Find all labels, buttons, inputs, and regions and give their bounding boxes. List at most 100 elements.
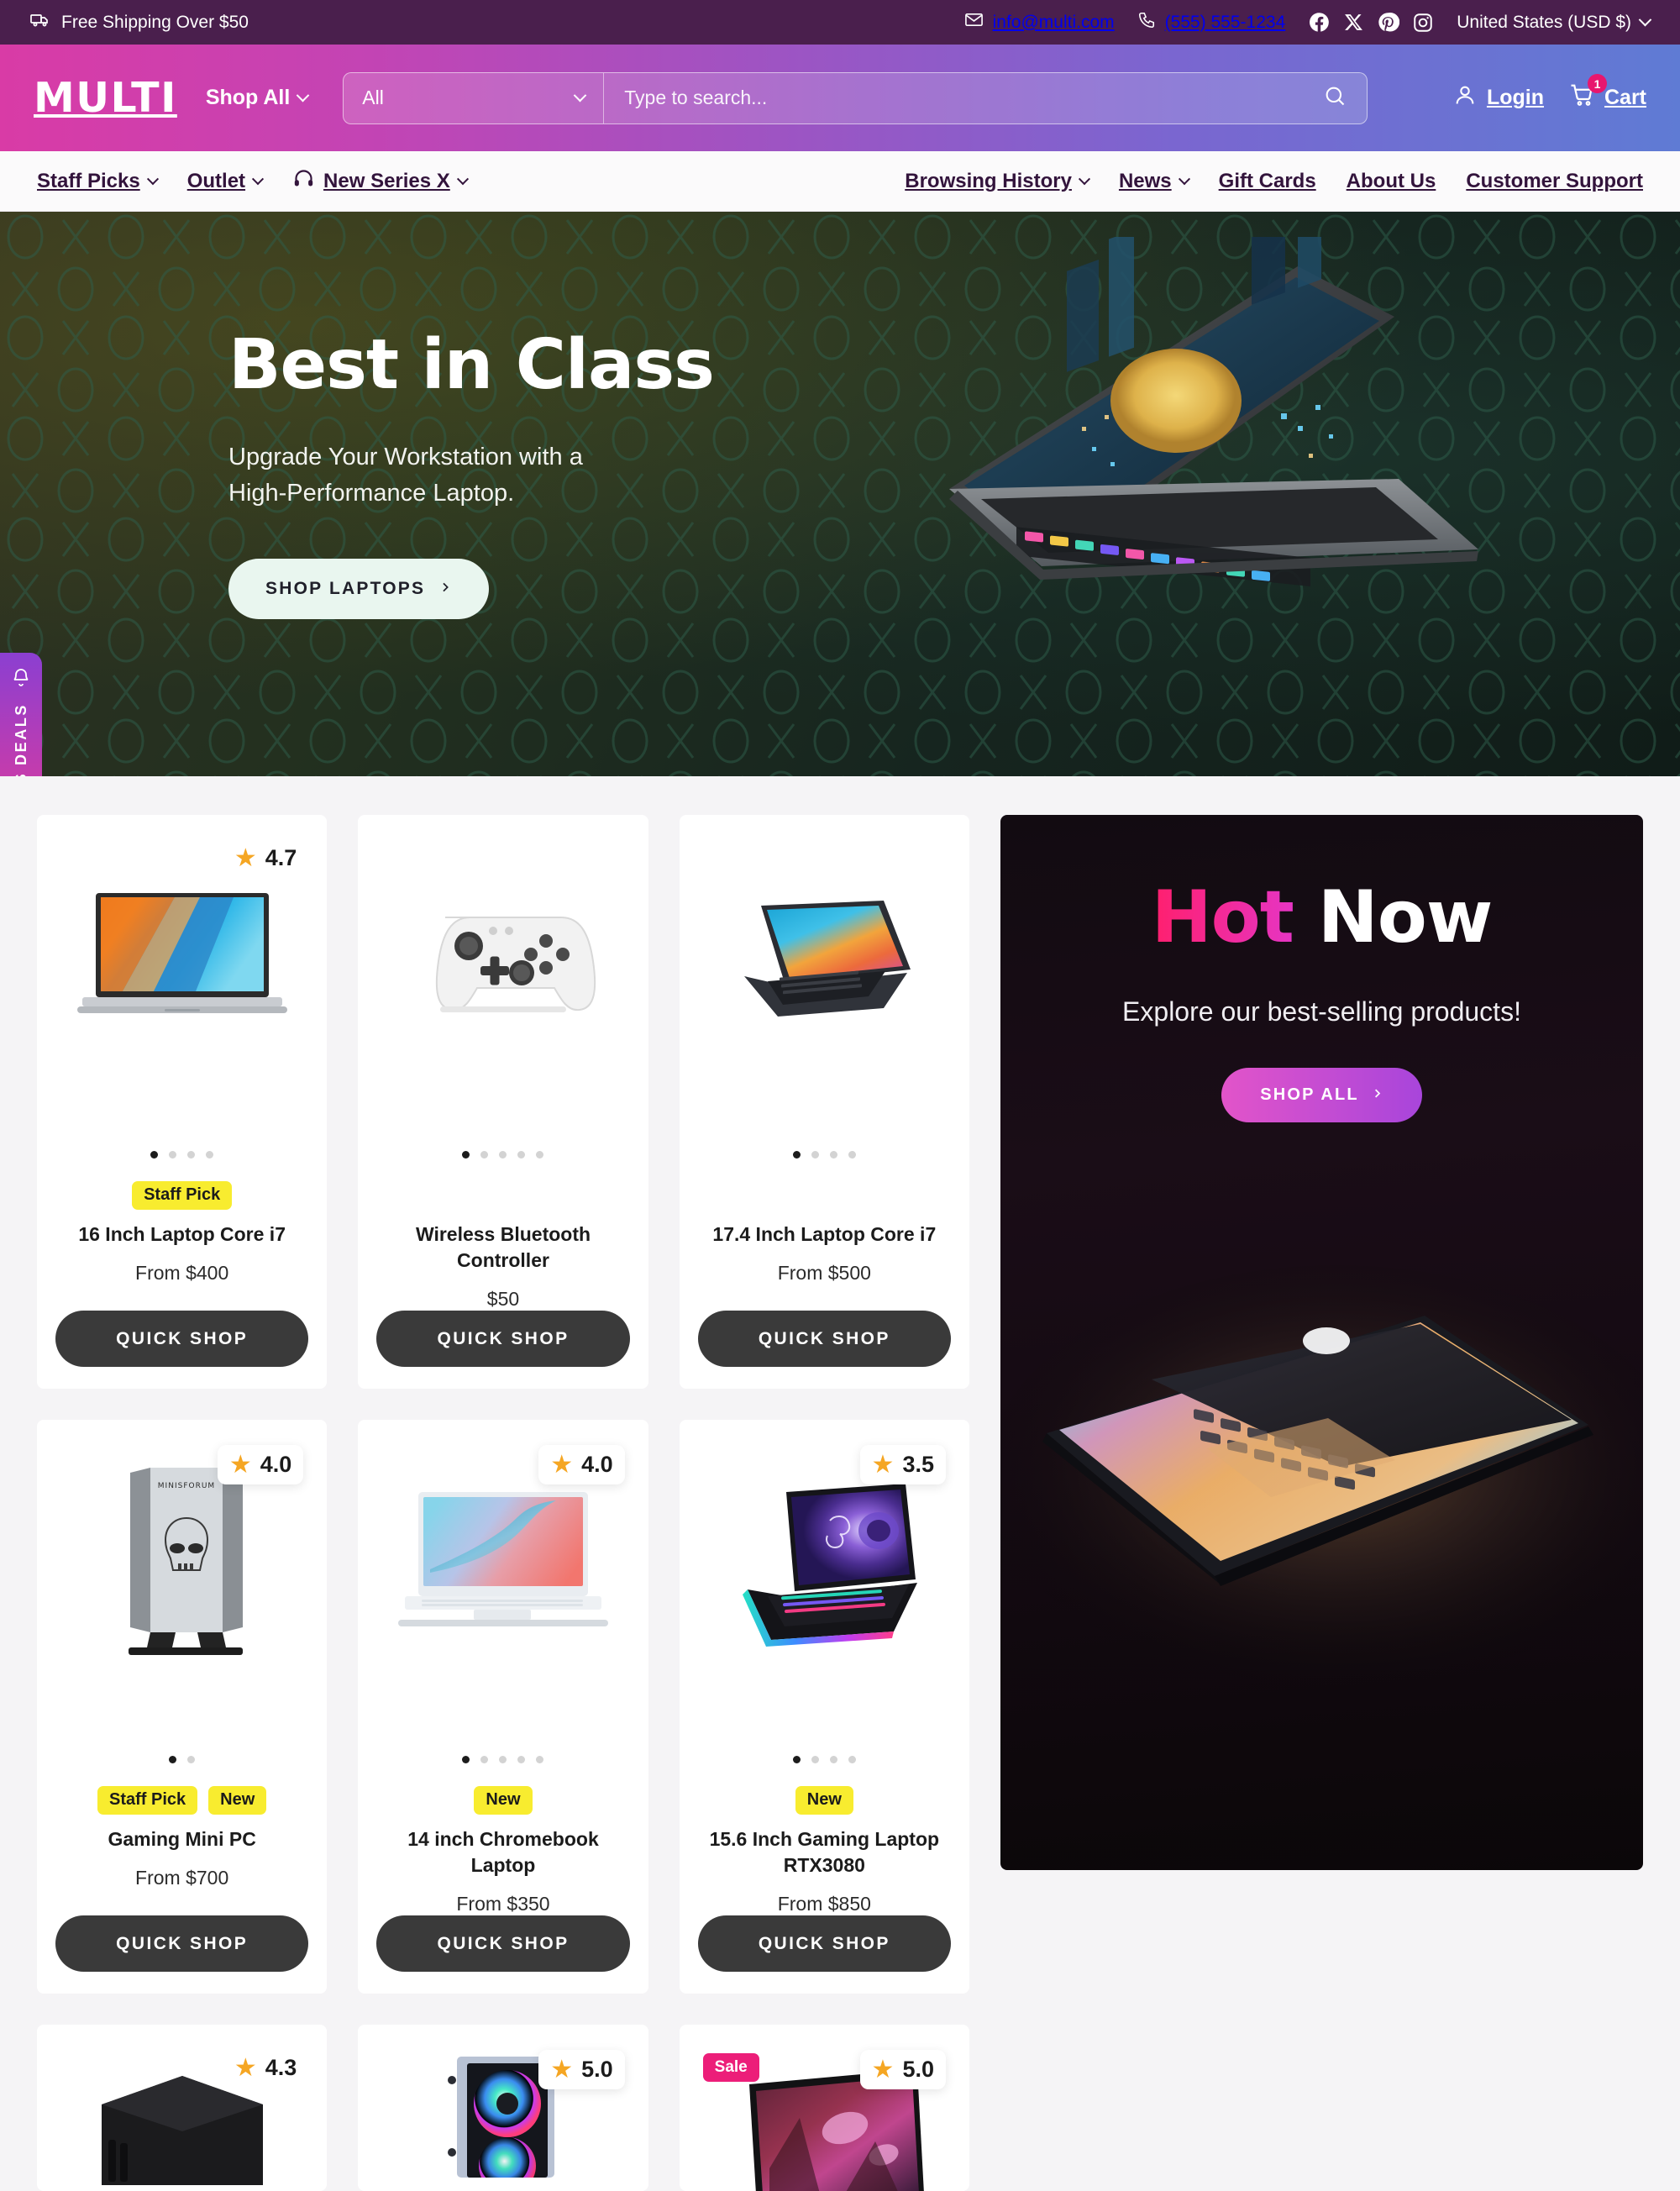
product-media[interactable]: ★ 4.3 bbox=[55, 2043, 308, 2186]
pinterest-icon[interactable] bbox=[1377, 11, 1400, 34]
dot[interactable] bbox=[169, 1756, 177, 1764]
dot[interactable] bbox=[499, 1756, 507, 1764]
star-icon: ★ bbox=[228, 1450, 252, 1479]
product-card[interactable]: Wireless Bluetooth Controller $50 QUICK … bbox=[358, 815, 648, 1390]
dot[interactable] bbox=[848, 1151, 856, 1159]
search-category-select[interactable]: All bbox=[344, 72, 605, 123]
nav-item-news[interactable]: News bbox=[1119, 170, 1190, 193]
dot[interactable] bbox=[499, 1151, 507, 1159]
nav-item-browsing-history[interactable]: Browsing History bbox=[905, 170, 1091, 193]
image-dots[interactable] bbox=[55, 1151, 308, 1159]
image-dots[interactable] bbox=[376, 1756, 629, 1764]
product-media[interactable]: ★ 5.0 bbox=[376, 2043, 629, 2178]
email-link[interactable]: info@multi.com bbox=[964, 10, 1115, 34]
phone-link[interactable]: (555) 555-1234 bbox=[1137, 11, 1286, 34]
dot[interactable] bbox=[829, 1756, 837, 1764]
cart-count-badge: 1 bbox=[1587, 74, 1607, 93]
hero-copy: Best in Class Upgrade Your Workstation w… bbox=[228, 329, 766, 620]
instagram-icon[interactable] bbox=[1412, 12, 1434, 34]
quick-shop-button[interactable]: QUICK SHOP bbox=[697, 1915, 951, 1973]
dot[interactable] bbox=[150, 1151, 159, 1159]
nav-item-gift-cards[interactable]: Gift Cards bbox=[1219, 170, 1316, 193]
product-card[interactable]: ★ 4.3 bbox=[37, 2025, 328, 2191]
shipping-notice: Free Shipping Over $50 bbox=[30, 10, 249, 35]
shipping-text: Free Shipping Over $50 bbox=[61, 12, 249, 32]
rating-value: 4.0 bbox=[260, 1452, 292, 1478]
dot[interactable] bbox=[517, 1756, 526, 1764]
dot[interactable] bbox=[187, 1756, 196, 1764]
social-links bbox=[1308, 11, 1434, 34]
shop-laptops-button[interactable]: SHOP LAPTOPS bbox=[228, 559, 490, 620]
promo-subtitle: Explore our best-selling products! bbox=[1122, 996, 1521, 1027]
dot[interactable] bbox=[517, 1151, 526, 1159]
rating-badge: ★ 3.5 bbox=[859, 1445, 946, 1485]
dot[interactable] bbox=[206, 1151, 214, 1159]
nav-item-staff-picks[interactable]: Staff Picks bbox=[37, 170, 159, 193]
nav-item-new-series-x[interactable]: New Series X bbox=[292, 167, 469, 196]
product-card[interactable]: Sale ★ 5.0 bbox=[679, 2025, 969, 2191]
product-card[interactable]: ★ 4.0 New 14 inch Chromebook Laptop From… bbox=[358, 1420, 648, 1994]
nav-item-customer-support[interactable]: Customer Support bbox=[1466, 170, 1643, 193]
dot[interactable] bbox=[848, 1756, 856, 1764]
product-card[interactable]: ★ 4.7 Staff Pick 16 Inch Laptop Core i7 … bbox=[37, 815, 328, 1390]
search-input[interactable] bbox=[624, 87, 1324, 109]
dot[interactable] bbox=[462, 1756, 470, 1764]
shop-all-menu[interactable]: Shop All bbox=[206, 86, 310, 110]
quick-shop-button[interactable]: QUICK SHOP bbox=[376, 1311, 630, 1368]
dot[interactable] bbox=[462, 1151, 470, 1159]
search-icon[interactable] bbox=[1323, 84, 1347, 112]
dot[interactable] bbox=[792, 1756, 801, 1764]
product-media[interactable]: Sale ★ 5.0 bbox=[698, 2043, 951, 2191]
facebook-icon[interactable] bbox=[1308, 11, 1331, 34]
dot[interactable] bbox=[169, 1151, 177, 1159]
product-price: $50 bbox=[486, 1288, 520, 1311]
dot[interactable] bbox=[536, 1756, 544, 1764]
cart-button[interactable]: 1 Cart bbox=[1569, 74, 1646, 113]
quick-shop-button[interactable]: QUICK SHOP bbox=[55, 1311, 309, 1368]
product-card[interactable]: 17.4 Inch Laptop Core i7 From $500 QUICK… bbox=[679, 815, 969, 1390]
search-field bbox=[604, 73, 1367, 123]
dot[interactable] bbox=[536, 1151, 544, 1159]
dot[interactable] bbox=[187, 1151, 196, 1159]
rating-value: 5.0 bbox=[581, 2057, 613, 2083]
product-card[interactable]: ★ 3.5 New 15.6 Inch Gaming Laptop RTX308… bbox=[679, 1420, 969, 1994]
product-media[interactable]: ★ 3.5 bbox=[698, 1438, 951, 1690]
dot[interactable] bbox=[811, 1756, 819, 1764]
image-dots[interactable] bbox=[376, 1151, 629, 1159]
chevron-down-icon bbox=[251, 172, 265, 185]
image-dots[interactable] bbox=[698, 1756, 951, 1764]
quick-shop-button[interactable]: QUICK SHOP bbox=[55, 1915, 309, 1973]
todays-deals-tab[interactable]: TODAY'S DEALS bbox=[0, 653, 42, 776]
dot[interactable] bbox=[480, 1151, 489, 1159]
promo-title: Hot Now bbox=[1151, 875, 1494, 959]
nav-item-outlet[interactable]: Outlet bbox=[187, 170, 265, 193]
product-media[interactable]: ★ 4.0 MINISFORUM bbox=[55, 1438, 308, 1690]
quick-shop-button[interactable]: QUICK SHOP bbox=[697, 1311, 951, 1368]
dot[interactable] bbox=[480, 1756, 489, 1764]
badge-group: Staff Pick New bbox=[55, 1786, 308, 1815]
product-media[interactable] bbox=[376, 833, 629, 1085]
hot-now-promo[interactable]: Hot Now Explore our best-selling product… bbox=[1000, 815, 1643, 1870]
login-button[interactable]: Login bbox=[1453, 83, 1544, 113]
nav-item-about-us[interactable]: About Us bbox=[1347, 170, 1436, 193]
quick-shop-button[interactable]: QUICK SHOP bbox=[376, 1915, 630, 1973]
product-grid: ★ 4.7 Staff Pick 16 Inch Laptop Core i7 … bbox=[37, 815, 969, 2191]
locale-selector[interactable]: United States (USD $) bbox=[1457, 13, 1652, 33]
image-dots[interactable] bbox=[698, 1151, 951, 1159]
badge-group bbox=[698, 1181, 951, 1210]
dot[interactable] bbox=[811, 1151, 819, 1159]
dot[interactable] bbox=[792, 1151, 801, 1159]
shop-all-promo-button[interactable]: SHOP ALL bbox=[1221, 1068, 1422, 1122]
product-media[interactable] bbox=[698, 833, 951, 1085]
image-dots[interactable] bbox=[55, 1756, 308, 1764]
logo[interactable]: MULTI bbox=[34, 74, 177, 122]
phone-text: (555) 555-1234 bbox=[1164, 12, 1286, 32]
product-card[interactable]: ★ 5.0 bbox=[358, 2025, 648, 2191]
x-twitter-icon[interactable] bbox=[1343, 12, 1364, 33]
product-card[interactable]: ★ 4.0 MINISFORUM Staff Pick New Gaming M… bbox=[37, 1420, 328, 1994]
product-media[interactable]: ★ 4.7 bbox=[55, 833, 308, 1085]
hero-subtitle: Upgrade Your Workstation with a High-Per… bbox=[228, 444, 583, 507]
product-media[interactable]: ★ 4.0 bbox=[376, 1438, 629, 1690]
promo-title-hot: Hot bbox=[1151, 875, 1294, 959]
dot[interactable] bbox=[829, 1151, 837, 1159]
